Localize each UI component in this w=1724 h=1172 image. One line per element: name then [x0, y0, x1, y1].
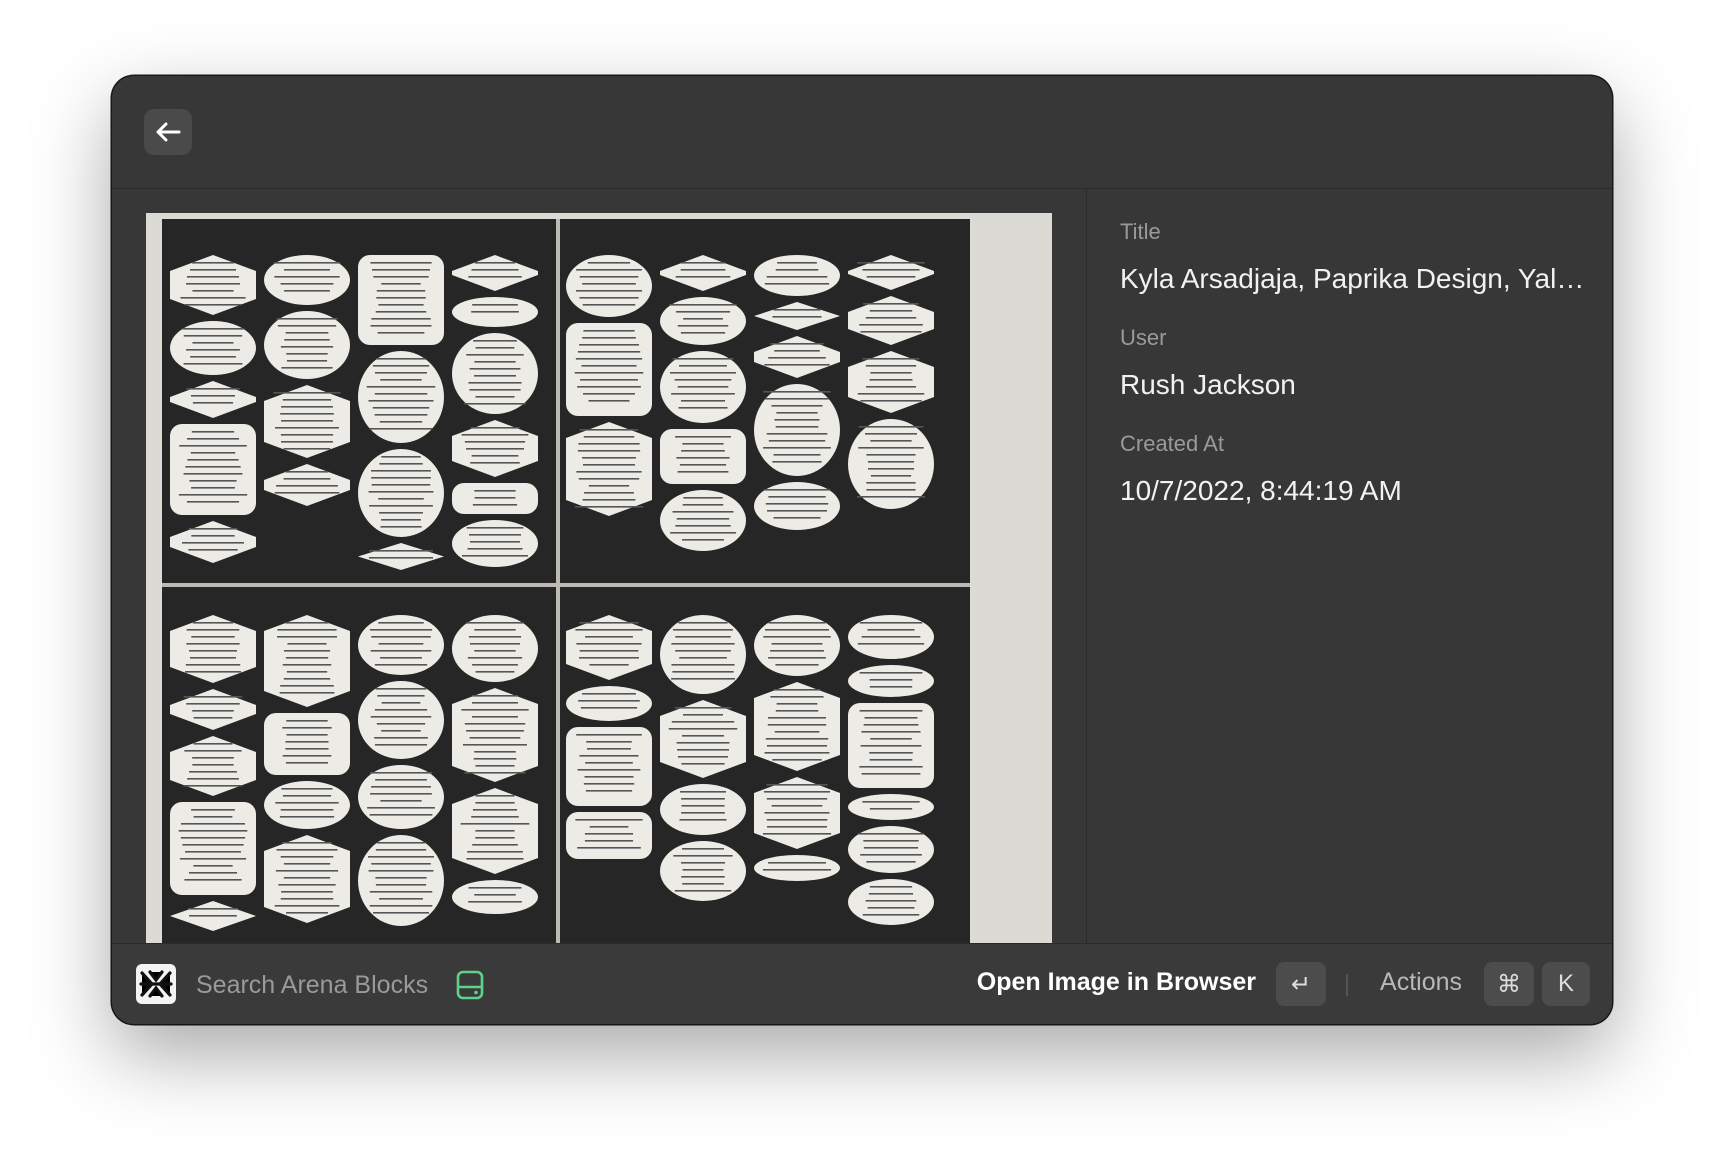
user-value: Rush Jackson	[1120, 369, 1296, 400]
action-separator	[1346, 974, 1348, 996]
enter-key-hint: ↵	[1276, 962, 1326, 1006]
metadata-panel: Title Kyla Arsadjaja, Paprika Design, Ya…	[1120, 219, 1590, 537]
title-value: Kyla Arsadjaja, Paprika Design, Yale Sch…	[1120, 263, 1590, 294]
command-key-hint: ⌘	[1484, 962, 1534, 1006]
action-bar: Open Image in Browser ↵ Actions ⌘ K	[112, 943, 1612, 1024]
newspaper-image	[146, 213, 1052, 943]
vertical-divider	[1086, 189, 1087, 944]
arena-logo-icon	[136, 964, 176, 1004]
raycast-window: Title Kyla Arsadjaja, Paprika Design, Ya…	[112, 76, 1612, 1024]
open-image-in-browser-button[interactable]: Open Image in Browser	[977, 968, 1256, 997]
created-at-value: 10/7/2022, 8:44:19 AM	[1120, 475, 1402, 506]
detail-content: Title Kyla Arsadjaja, Paprika Design, Ya…	[112, 189, 1612, 944]
top-bar	[112, 76, 1612, 189]
title-label: Title	[1120, 219, 1161, 244]
back-button[interactable]	[144, 109, 192, 155]
actions-button[interactable]: Actions	[1380, 968, 1462, 997]
k-key-hint: K	[1542, 962, 1590, 1006]
created-at-label: Created At	[1120, 431, 1224, 456]
user-label: User	[1120, 325, 1167, 350]
hard-drive-icon[interactable]	[456, 970, 484, 1000]
search-input[interactable]	[194, 962, 438, 1008]
block-image	[146, 213, 1052, 943]
arrow-left-icon	[156, 122, 181, 142]
